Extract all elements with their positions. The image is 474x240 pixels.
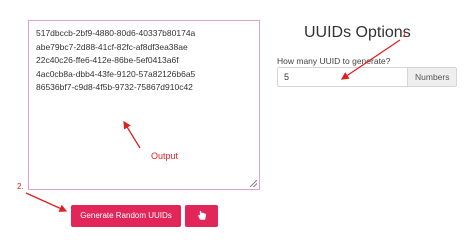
output-annotation-label: Output <box>151 151 179 161</box>
uuid-output-line: 22c40c26-ffe6-412e-86be-5ef0413a6f <box>36 55 179 65</box>
options-title: UUIDs Options <box>304 24 411 41</box>
generate-uuids-button[interactable]: Generate Random UUIDs <box>71 205 181 227</box>
uuid-output-line: 517dbccb-2bf9-4880-80d6-40337b80174a <box>36 28 196 38</box>
uuid-count-label: How many UUID to generate? <box>277 56 391 66</box>
uuid-count-addon: Numbers <box>407 67 458 87</box>
annotation-marker-2: 2. <box>17 182 24 191</box>
uuid-count-input-group: Numbers <box>277 67 458 87</box>
uuid-output-textarea[interactable]: 517dbccb-2bf9-4880-80d6-40337b80174a abe… <box>28 20 260 190</box>
textarea-resize-handle[interactable] <box>250 180 257 187</box>
uuid-output-line: abe79bc7-2d88-41cf-82fc-af8df3ea38ae <box>36 41 188 52</box>
annotation-arrow-2 <box>25 192 68 212</box>
uuid-output-line: 86536bf7-c9d8-4f5b-9732-75867d910c42 <box>36 82 193 92</box>
hand-pointer-icon <box>197 209 207 224</box>
uuid-generator-page: 517dbccb-2bf9-4880-80d6-40337b80174a abe… <box>0 0 474 234</box>
copy-button[interactable] <box>185 205 218 227</box>
uuid-count-input[interactable] <box>277 67 407 87</box>
annotation-marker-1: 1. <box>402 30 409 39</box>
uuid-output-line: 4ac0cb8a-dbb4-43fe-9120-57a82126b6a5 <box>36 68 196 79</box>
